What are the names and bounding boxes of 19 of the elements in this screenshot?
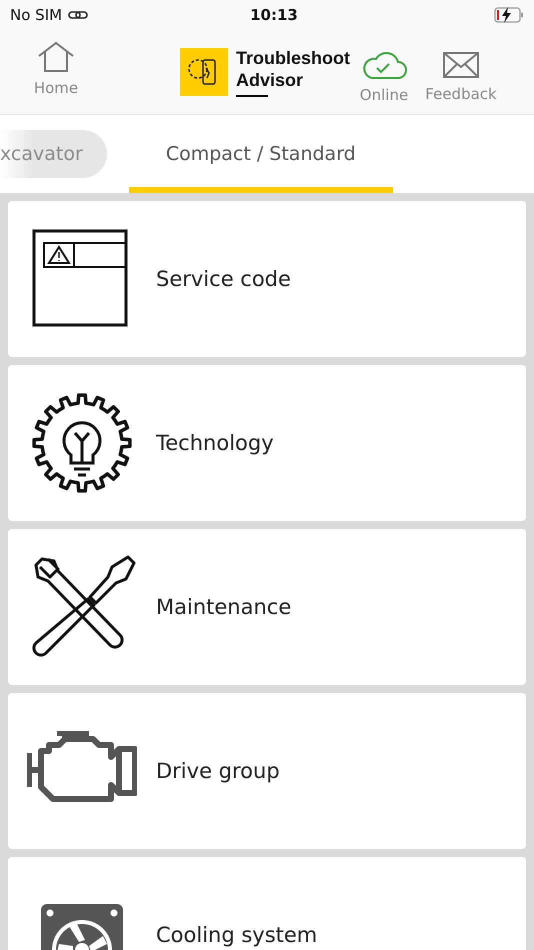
- category-card[interactable]: Technology: [8, 365, 526, 521]
- carrier-text: No SIM: [10, 6, 62, 24]
- home-icon: [36, 41, 76, 73]
- category-label: Cooling system: [156, 923, 318, 947]
- envelope-icon: [443, 51, 479, 79]
- tab[interactable]: Compact / Standard: [128, 115, 393, 193]
- category-label: Technology: [156, 431, 274, 455]
- category-card[interactable]: Maintenance: [8, 529, 526, 685]
- app-logo-icon: [180, 48, 228, 96]
- category-label: Drive group: [156, 759, 280, 783]
- category-card[interactable]: Cooling system: [8, 857, 526, 950]
- link-icon: [68, 9, 88, 21]
- category-card[interactable]: Service code: [8, 201, 526, 357]
- fan-icon: [39, 902, 125, 950]
- category-label: Service code: [156, 267, 291, 291]
- category-label: Maintenance: [156, 595, 292, 619]
- category-card[interactable]: Drive group: [8, 693, 526, 849]
- clock-time: 10:13: [250, 6, 298, 24]
- app-title: Troubleshoot Advisor: [236, 47, 351, 91]
